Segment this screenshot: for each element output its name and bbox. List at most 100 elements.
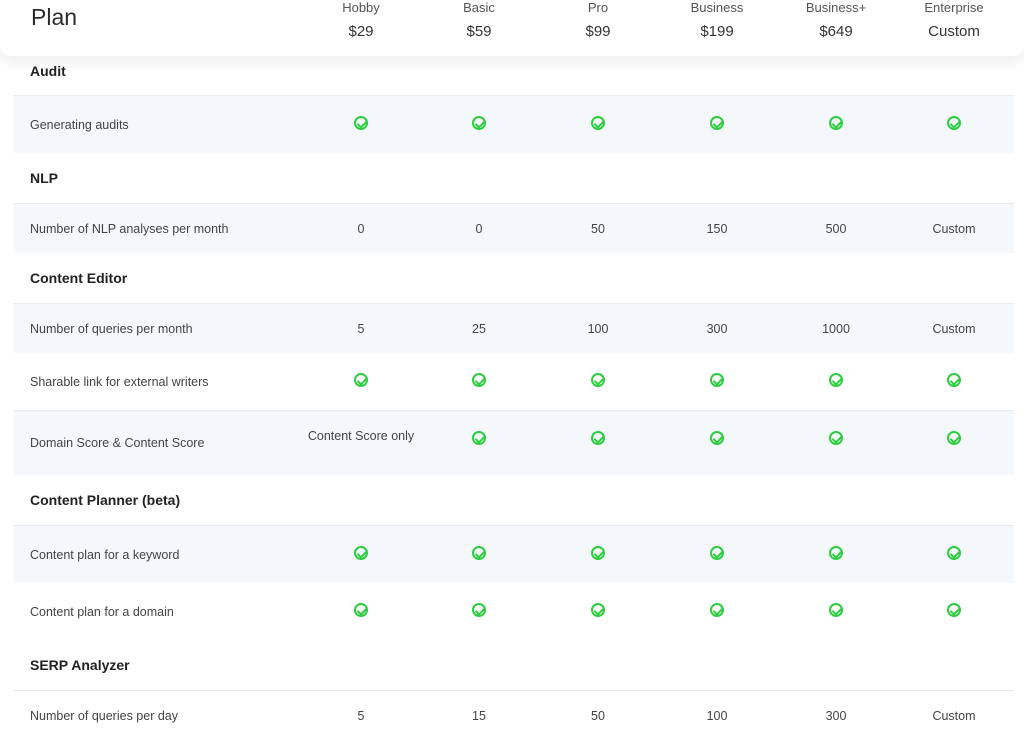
cell-basic bbox=[419, 546, 539, 563]
section-nlp: NLP bbox=[14, 153, 1014, 203]
plan-business: Business $199 bbox=[657, 0, 777, 41]
check-icon bbox=[710, 431, 724, 445]
plan-basic: Basic $59 bbox=[419, 0, 539, 41]
cell-hobby: 0 bbox=[357, 222, 365, 236]
check-icon bbox=[472, 373, 486, 387]
cell-pro bbox=[538, 116, 658, 133]
cell-business bbox=[657, 431, 777, 448]
check-icon bbox=[591, 546, 605, 560]
cell-business-plus: 500 bbox=[825, 222, 847, 236]
check-icon bbox=[829, 431, 843, 445]
plan-enterprise: Enterprise Custom bbox=[894, 0, 1014, 41]
section-serp-analyzer: SERP Analyzer bbox=[14, 640, 1014, 690]
cell-business bbox=[657, 546, 777, 563]
cell-business-plus: 300 bbox=[825, 709, 847, 723]
cell-pro: 50 bbox=[591, 709, 605, 723]
plan-pro: Pro $99 bbox=[538, 0, 658, 41]
cell-hobby bbox=[301, 116, 421, 133]
check-icon bbox=[472, 603, 486, 617]
cell-pro: 100 bbox=[587, 322, 609, 336]
cell-pro bbox=[538, 603, 658, 620]
row-label: Domain Score & Content Score bbox=[30, 436, 205, 450]
check-icon bbox=[710, 373, 724, 387]
check-icon bbox=[947, 373, 961, 387]
row-label: Generating audits bbox=[30, 118, 129, 132]
plan-name: Business+ bbox=[805, 0, 867, 15]
cell-business: 100 bbox=[706, 709, 728, 723]
cell-business bbox=[657, 373, 777, 390]
plan-name: Business bbox=[690, 0, 744, 15]
plan-price: $199 bbox=[700, 23, 734, 40]
plan-price: $649 bbox=[819, 23, 853, 40]
row-sharable-link: Sharable link for external writers bbox=[14, 353, 1014, 410]
cell-business-plus bbox=[776, 431, 896, 448]
cell-business-plus bbox=[776, 546, 896, 563]
check-icon bbox=[947, 431, 961, 445]
cell-enterprise: Custom bbox=[932, 322, 976, 336]
cell-enterprise bbox=[894, 373, 1014, 390]
cell-business: 150 bbox=[706, 222, 728, 236]
plan-name: Hobby bbox=[342, 0, 380, 15]
cell-business-plus bbox=[776, 603, 896, 620]
check-icon bbox=[354, 116, 368, 130]
section-content-editor: Content Editor bbox=[14, 253, 1014, 303]
check-icon bbox=[472, 116, 486, 130]
section-title: SERP Analyzer bbox=[30, 657, 130, 673]
row-label: Content plan for a domain bbox=[30, 605, 174, 619]
plan-price: $29 bbox=[348, 23, 374, 40]
cell-basic bbox=[419, 116, 539, 133]
row-plan-domain: Content plan for a domain bbox=[14, 583, 1014, 640]
section-audit: Audit bbox=[14, 56, 1014, 95]
check-icon bbox=[829, 116, 843, 130]
cell-basic bbox=[419, 431, 539, 448]
check-icon bbox=[829, 546, 843, 560]
check-icon bbox=[710, 603, 724, 617]
row-label: Number of queries per day bbox=[30, 709, 178, 723]
cell-hobby: 5 bbox=[357, 709, 365, 723]
cell-hobby bbox=[301, 603, 421, 620]
plan-business-plus: Business+ $649 bbox=[776, 0, 896, 41]
check-icon bbox=[591, 603, 605, 617]
plan-name: Enterprise bbox=[924, 0, 984, 15]
plan-hobby: Hobby $29 bbox=[301, 0, 421, 41]
plan-price: $59 bbox=[466, 23, 492, 40]
cell-business-plus bbox=[776, 373, 896, 390]
row-label: Number of queries per month bbox=[30, 322, 193, 336]
cell-pro bbox=[538, 546, 658, 563]
check-icon bbox=[472, 431, 486, 445]
cell-enterprise bbox=[894, 116, 1014, 133]
cell-basic: 15 bbox=[472, 709, 486, 723]
cell-pro bbox=[538, 373, 658, 390]
cell-business bbox=[657, 116, 777, 133]
cell-hobby bbox=[301, 373, 421, 390]
cell-business: 300 bbox=[706, 322, 728, 336]
cell-hobby bbox=[301, 546, 421, 563]
check-icon bbox=[710, 116, 724, 130]
check-icon bbox=[354, 546, 368, 560]
check-icon bbox=[710, 546, 724, 560]
check-icon bbox=[829, 603, 843, 617]
check-icon bbox=[472, 546, 486, 560]
cell-business-plus bbox=[776, 116, 896, 133]
cell-enterprise bbox=[894, 603, 1014, 620]
cell-enterprise bbox=[894, 546, 1014, 563]
cell-basic: 25 bbox=[472, 322, 486, 336]
check-icon bbox=[947, 546, 961, 560]
plan-price: Custom bbox=[928, 23, 980, 40]
section-title: Content Editor bbox=[30, 270, 128, 286]
cell-enterprise bbox=[894, 431, 1014, 448]
page-title: Plan bbox=[31, 4, 78, 30]
section-title: NLP bbox=[30, 170, 58, 186]
cell-hobby: 5 bbox=[357, 322, 365, 336]
cell-basic bbox=[419, 373, 539, 390]
cell-enterprise: Custom bbox=[932, 222, 976, 236]
row-label: Sharable link for external writers bbox=[30, 375, 209, 389]
cell-pro: 50 bbox=[591, 222, 605, 236]
check-icon bbox=[591, 116, 605, 130]
plan-price: $99 bbox=[585, 23, 611, 40]
cell-business bbox=[657, 603, 777, 620]
check-icon bbox=[591, 373, 605, 387]
plan-header: Plan Hobby $29 Basic $59 Pro $99 Busines… bbox=[0, 0, 1024, 56]
row-serp-queries: Number of queries per day 5 15 50 100 30… bbox=[14, 690, 1014, 738]
section-content-planner: Content Planner (beta) bbox=[14, 475, 1014, 525]
